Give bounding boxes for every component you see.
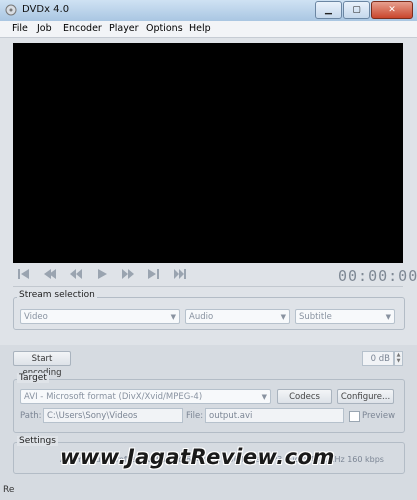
timecode-display: 00:00:00 xyxy=(338,267,417,285)
settings-label: Settings xyxy=(17,436,58,446)
menu-job[interactable]: Job xyxy=(37,23,52,34)
volume-field[interactable]: 0 dB xyxy=(362,351,394,366)
maximize-button[interactable]: ▢ xyxy=(343,1,370,19)
target-label: Target xyxy=(17,373,49,383)
path-field[interactable]: C:\Users\Sony\Videos xyxy=(43,408,183,423)
file-label: File: xyxy=(186,411,204,421)
chevron-down-icon: ▼ xyxy=(385,313,391,321)
path-label: Path: xyxy=(20,411,42,421)
divider xyxy=(13,286,403,287)
video-stream-value: Video xyxy=(24,312,48,322)
subtitle-stream-value: Subtitle xyxy=(299,312,332,322)
menu-options[interactable]: Options xyxy=(146,23,183,34)
file-field[interactable]: output.avi xyxy=(205,408,344,423)
configure-button[interactable]: Configure... xyxy=(337,389,394,404)
close-button[interactable]: ✕ xyxy=(371,1,413,19)
start-encoding-button[interactable]: Start encoding xyxy=(13,351,71,378)
stream-selection-label: Stream selection xyxy=(17,290,97,300)
audio-stream-value: Audio xyxy=(189,312,214,322)
target-group xyxy=(13,379,405,433)
menu-file[interactable]: File xyxy=(12,23,28,34)
minimize-button[interactable]: ▁ xyxy=(315,1,342,19)
skip-end-icon[interactable] xyxy=(171,268,189,286)
chevron-down-icon: ▼ xyxy=(280,313,286,321)
volume-stepper[interactable]: ▲ ▼ xyxy=(394,351,403,366)
play-icon[interactable] xyxy=(93,268,111,286)
window-title: DVDx 4.0 xyxy=(22,4,70,15)
subtitle-stream-select[interactable]: Subtitle ▼ xyxy=(295,309,395,324)
audio-stream-select[interactable]: Audio ▼ xyxy=(185,309,290,324)
dvdx-app-icon xyxy=(5,4,17,16)
video-preview[interactable] xyxy=(13,43,403,263)
next-frame-icon[interactable] xyxy=(145,268,163,286)
watermark: www.JagatReview.com xyxy=(60,445,335,469)
menu-bar: File Job Encoder Player Options Help xyxy=(0,21,417,38)
fast-forward-icon[interactable] xyxy=(119,268,137,286)
menu-encoder[interactable]: Encoder xyxy=(63,23,102,34)
menu-player[interactable]: Player xyxy=(109,23,139,34)
video-stream-select[interactable]: Video ▼ xyxy=(20,309,180,324)
format-select[interactable]: AVI - Microsoft format (DivX/Xvid/MPEG-4… xyxy=(20,389,271,404)
preview-label: Preview xyxy=(362,411,396,421)
window-controls: ▁ ▢ ✕ xyxy=(314,1,413,19)
menu-help[interactable]: Help xyxy=(189,23,211,34)
status-text: Re xyxy=(3,485,15,495)
chevron-down-icon: ▼ xyxy=(261,393,267,401)
preview-checkbox[interactable] xyxy=(349,411,360,422)
skip-start-icon[interactable] xyxy=(15,268,33,286)
format-value: AVI - Microsoft format (DivX/Xvid/MPEG-4… xyxy=(24,392,203,402)
chevron-down-icon: ▼ xyxy=(170,313,176,321)
codecs-button[interactable]: Codecs xyxy=(277,389,332,404)
rewind-icon[interactable] xyxy=(67,268,85,286)
title-bar: DVDx 4.0 ▁ ▢ ✕ xyxy=(0,0,417,22)
previous-frame-icon[interactable] xyxy=(41,268,59,286)
